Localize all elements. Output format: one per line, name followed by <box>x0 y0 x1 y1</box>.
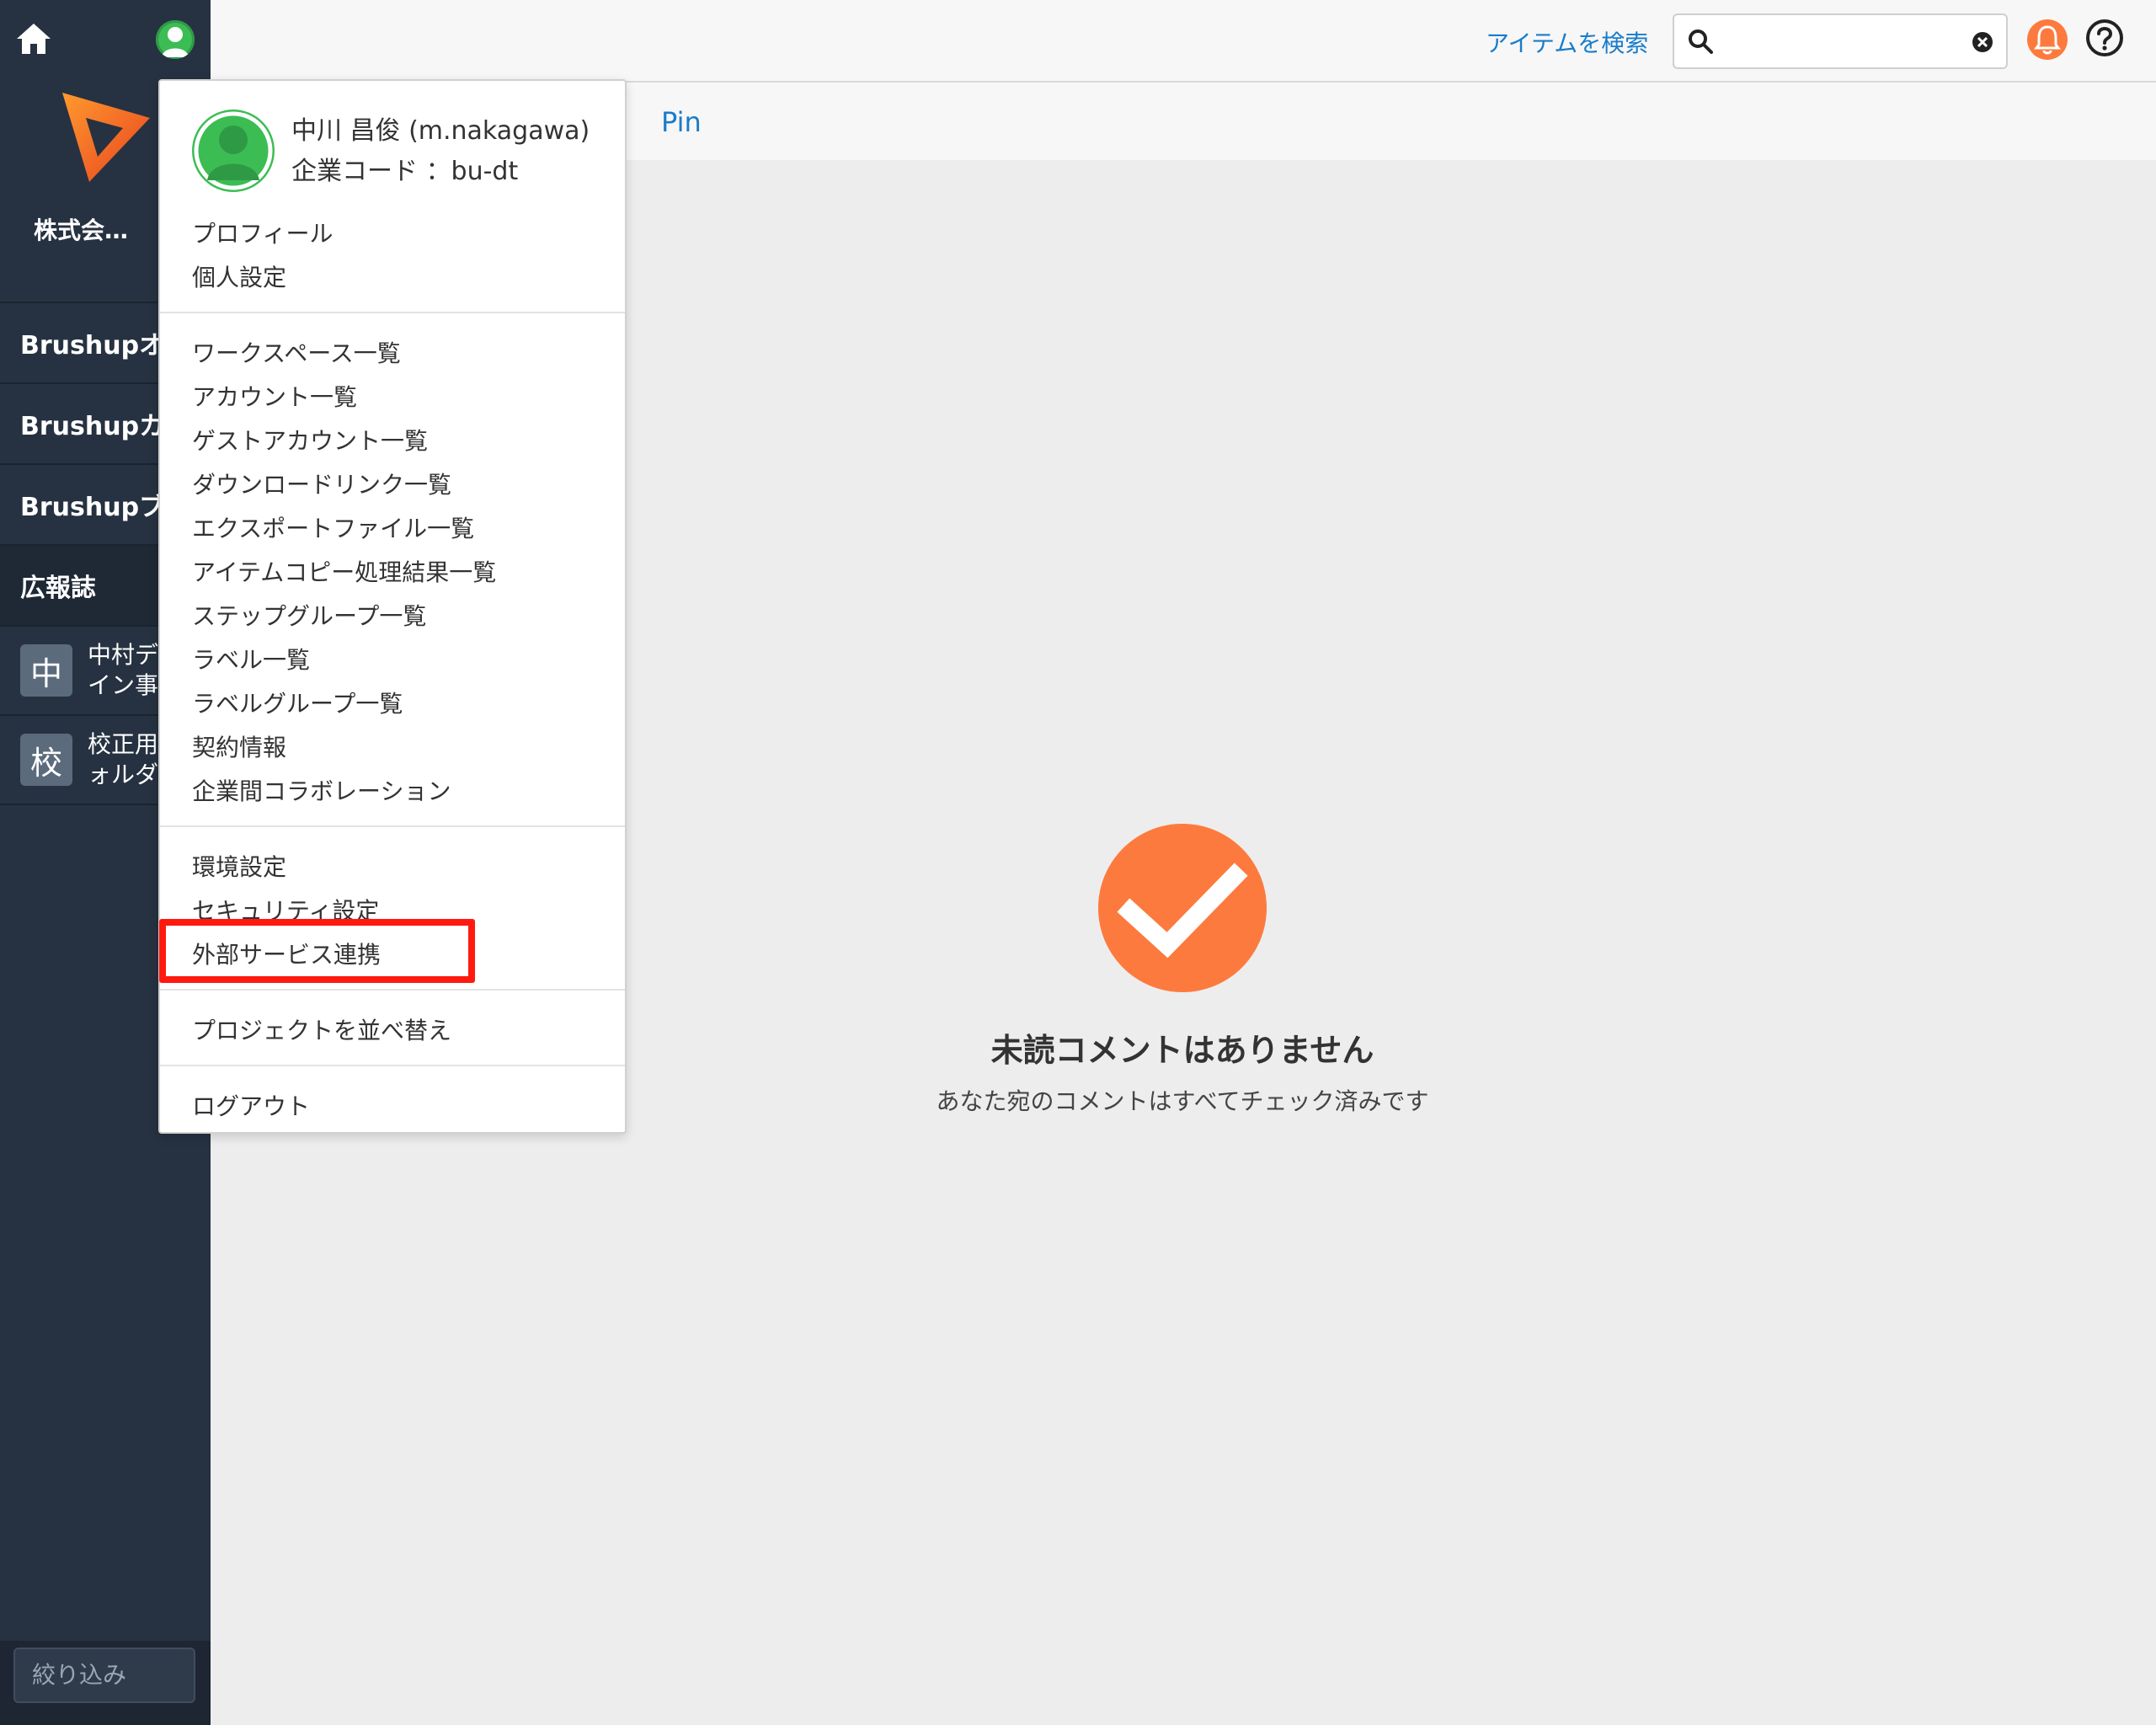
clear-icon[interactable] <box>1971 30 1994 54</box>
search-input[interactable] <box>1673 13 2008 69</box>
project-name: 校正用 ォルダ <box>88 729 158 790</box>
empty-state-subtitle: あなた宛のコメントはすべてチェック済みです <box>936 1087 1429 1115</box>
project-name: 中村デ イン事 <box>88 640 158 701</box>
menu-item-logout[interactable]: ログアウト <box>192 1088 310 1122</box>
project-name-line: 校正用 <box>88 730 159 758</box>
menu-item-labels[interactable]: ラベル一覧 <box>192 642 310 676</box>
search-icon <box>1689 29 1713 54</box>
menu-divider <box>160 825 625 827</box>
user-avatar-button[interactable] <box>156 20 195 59</box>
menu-avatar <box>192 109 275 192</box>
menu-item-accounts[interactable]: アカウント一覧 <box>192 379 357 413</box>
menu-user-info: 中川 昌俊 (m.nakagawa) 企業コード ：bu-dt <box>291 111 590 192</box>
user-avatar-icon <box>194 111 273 190</box>
project-badge: 校 <box>20 734 72 786</box>
menu-item-inter-company-collab[interactable]: 企業間コラボレーション <box>192 773 451 807</box>
menu-item-export-files[interactable]: エクスポートファイル一覧 <box>192 510 474 544</box>
menu-company-code: 企業コード ：bu-dt <box>291 157 519 186</box>
check-circle-icon <box>1098 824 1267 992</box>
menu-item-sort-projects[interactable]: プロジェクトを並べ替え <box>192 1012 451 1046</box>
menu-divider <box>160 989 625 991</box>
menu-divider <box>160 312 625 313</box>
menu-item-workspaces[interactable]: ワークスペース一覧 <box>192 335 401 369</box>
project-badge: 中 <box>20 644 72 697</box>
menu-item-label-groups[interactable]: ラベルグループ一覧 <box>192 686 403 719</box>
help-icon[interactable] <box>2085 19 2124 57</box>
project-name-line: イン事 <box>88 671 159 699</box>
menu-item-environment-settings[interactable]: 環境設定 <box>192 849 286 883</box>
menu-item-download-links[interactable]: ダウンロードリンク一覧 <box>192 467 451 500</box>
menu-item-personal-settings[interactable]: 個人設定 <box>192 259 286 293</box>
menu-divider <box>160 1065 625 1066</box>
menu-item-guest-accounts[interactable]: ゲストアカウント一覧 <box>192 423 428 457</box>
empty-state-title: 未読コメントはありません <box>990 1032 1374 1069</box>
search-items-link[interactable]: アイテムを検索 <box>1486 25 1648 59</box>
user-avatar-icon <box>162 27 189 57</box>
menu-user-name: 中川 昌俊 (m.nakagawa) <box>291 116 590 146</box>
tab-pin[interactable]: Pin <box>661 106 702 138</box>
menu-item-contract-info[interactable]: 契約情報 <box>192 729 286 763</box>
home-icon[interactable] <box>15 20 52 57</box>
checkmark-icon <box>1117 862 1248 959</box>
menu-item-item-copy-results[interactable]: アイテムコピー処理結果一覧 <box>192 554 496 588</box>
sidebar-item-label: 広報誌 <box>20 574 96 603</box>
filter-input[interactable]: 絞り込み <box>13 1648 195 1703</box>
menu-item-profile[interactable]: プロフィール <box>192 216 333 249</box>
menu-item-step-groups[interactable]: ステップグループ一覧 <box>192 598 426 632</box>
company-name[interactable]: 株式会… <box>34 212 128 246</box>
project-name-line: ォルダ <box>88 761 159 788</box>
project-name-line: 中村デ <box>88 641 159 669</box>
highlight-annotation <box>159 919 475 983</box>
notification-bell-icon[interactable] <box>2026 17 2068 62</box>
brushup-logo-icon <box>62 93 150 182</box>
